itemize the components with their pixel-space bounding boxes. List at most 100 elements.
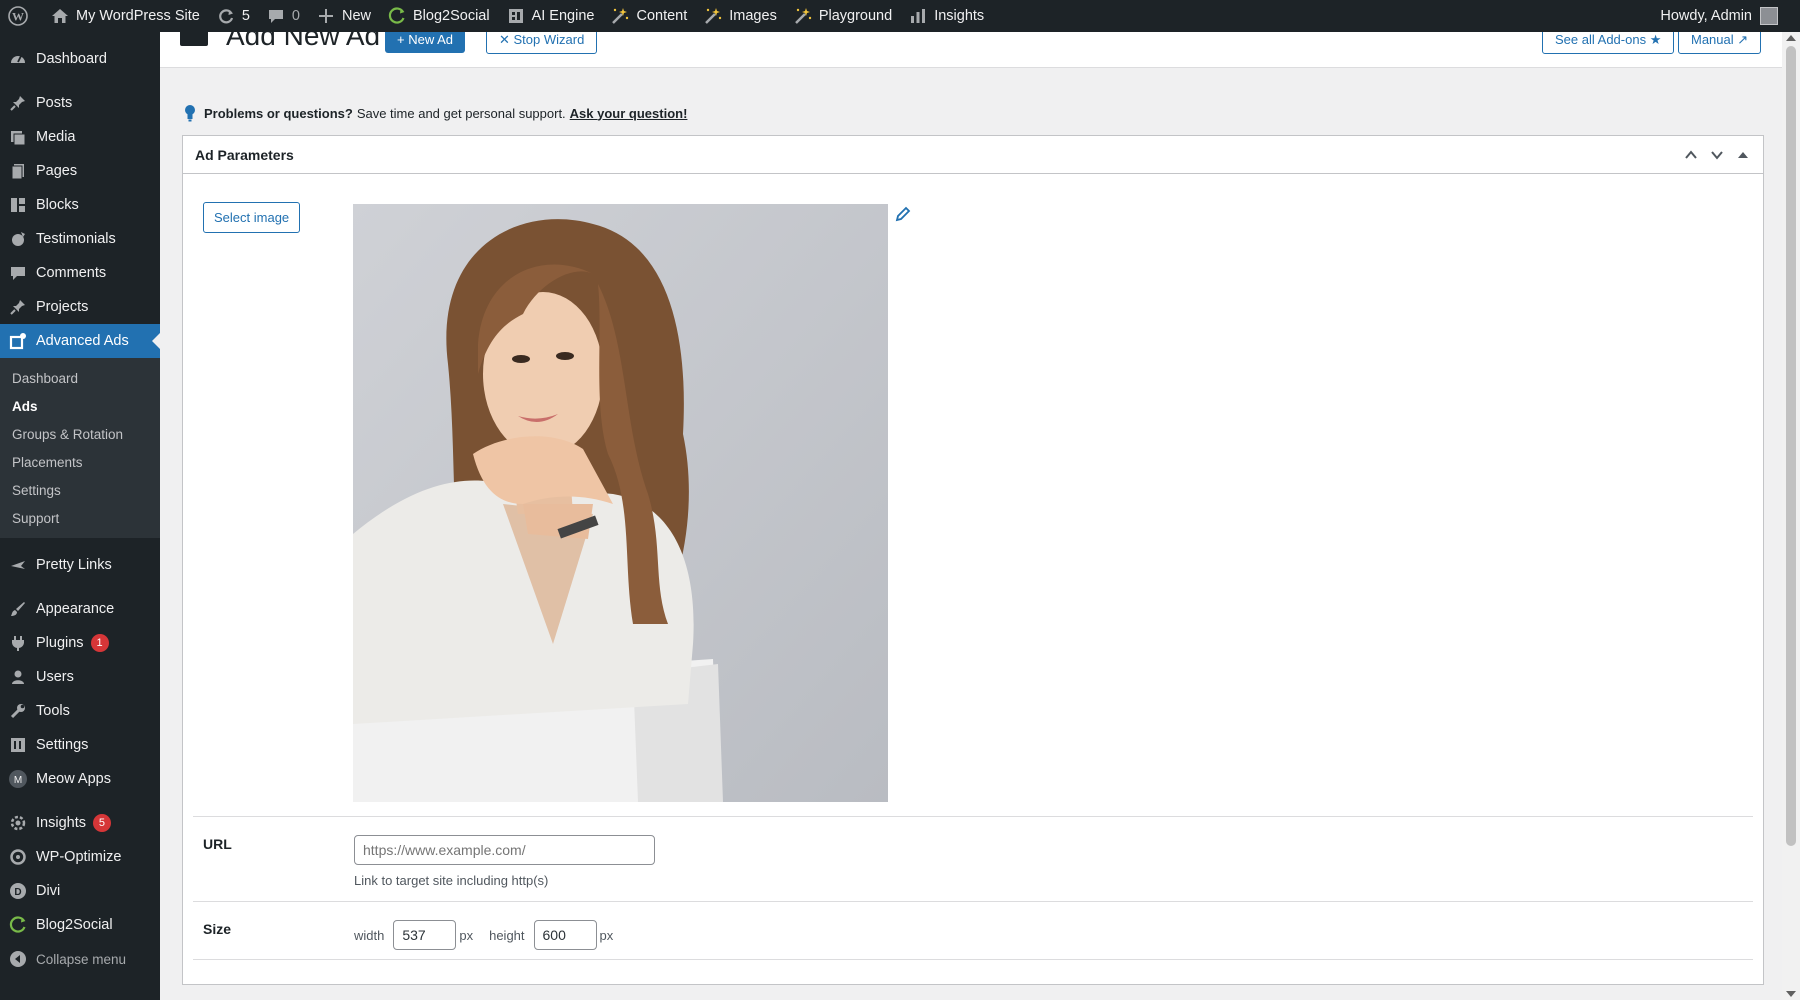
see-all-addons-button[interactable]: See all Add-ons ★ <box>1542 32 1674 54</box>
ad-icon <box>180 32 208 46</box>
submenu-placements[interactable]: Placements <box>0 448 160 476</box>
site-name: My WordPress Site <box>76 8 200 24</box>
blog2social-link[interactable]: Blog2Social <box>379 0 498 32</box>
menu-pages[interactable]: Pages <box>0 154 160 188</box>
testimonials-icon <box>8 229 28 249</box>
menu-blocks-label: Blocks <box>36 197 79 213</box>
height-input[interactable] <box>534 920 597 950</box>
stop-wizard-button[interactable]: ✕ Stop Wizard <box>486 32 597 54</box>
menu-tools[interactable]: Tools <box>0 694 160 728</box>
menu-media[interactable]: Media <box>0 120 160 154</box>
comments-link[interactable]: 0 <box>258 0 308 32</box>
url-input[interactable] <box>354 835 655 865</box>
portrait-image <box>353 204 888 802</box>
paintbrush-icon <box>8 599 28 619</box>
menu-settings[interactable]: Settings <box>0 728 160 762</box>
external-link-icon: ↗ <box>1737 32 1748 47</box>
notice-text: Save time and get personal support. <box>357 106 566 121</box>
submenu-groups-rotation[interactable]: Groups & Rotation <box>0 420 160 448</box>
page-title: Add New Ad <box>226 32 380 52</box>
wrench-icon <box>8 701 28 721</box>
submenu-dashboard[interactable]: Dashboard <box>0 364 160 392</box>
height-label: height <box>489 928 524 943</box>
wordpress-logo[interactable]: W <box>0 0 42 32</box>
playground-label: Playground <box>819 8 892 24</box>
submenu-settings[interactable]: Settings <box>0 476 160 504</box>
menu-plugins[interactable]: Plugins 1 <box>0 626 160 660</box>
height-unit: px <box>600 928 614 943</box>
menu-posts[interactable]: Posts <box>0 86 160 120</box>
move-up-icon[interactable] <box>1683 147 1699 163</box>
page-scrollbar[interactable] <box>1782 32 1800 1000</box>
postbox-controls <box>1683 147 1763 163</box>
menu-testimonials[interactable]: Testimonials <box>0 222 160 256</box>
menu-pretty-links-label: Pretty Links <box>36 557 112 573</box>
menu-dashboard-label: Dashboard <box>36 51 107 67</box>
menu-insights-label: Insights <box>36 815 86 831</box>
url-label: URL <box>203 836 232 852</box>
submenu-ads[interactable]: Ads <box>0 392 160 420</box>
new-content-link[interactable]: New <box>308 0 379 32</box>
menu-users[interactable]: Users <box>0 660 160 694</box>
new-ad-button[interactable]: + New Ad <box>385 32 465 53</box>
menu-projects[interactable]: Projects <box>0 290 160 324</box>
menu-pretty-links[interactable]: Pretty Links <box>0 548 160 582</box>
bar-chart-icon <box>908 6 928 26</box>
ad-parameters-box: Ad Parameters Select image <box>182 135 1764 985</box>
menu-media-label: Media <box>36 129 76 145</box>
my-account-link[interactable]: Howdy, Admin <box>1652 0 1800 32</box>
updates-link[interactable]: 5 <box>208 0 258 32</box>
collapse-menu-button[interactable]: Collapse menu <box>0 942 160 976</box>
scroll-down-arrow[interactable] <box>1786 991 1796 997</box>
scrollbar-thumb[interactable] <box>1786 46 1796 846</box>
menu-blog2social-label: Blog2Social <box>36 917 113 933</box>
images-link[interactable]: Images <box>695 0 785 32</box>
insights-link[interactable]: Insights <box>900 0 992 32</box>
ai-engine-label: AI Engine <box>532 8 595 24</box>
menu-users-label: Users <box>36 669 74 685</box>
manual-label: Manual <box>1691 32 1734 47</box>
ask-question-link[interactable]: Ask your question! <box>570 106 688 121</box>
admin-bar: W My WordPress Site 5 0 New Blog2Social <box>0 0 1800 32</box>
menu-blocks[interactable]: Blocks <box>0 188 160 222</box>
postbox-title: Ad Parameters <box>195 147 294 163</box>
admin-sidebar: Dashboard Posts Media Pages Blocks Testi… <box>0 32 160 1000</box>
svg-text:D: D <box>14 887 21 898</box>
svg-text:M: M <box>14 775 22 786</box>
content-link[interactable]: Content <box>602 0 695 32</box>
edit-pencil-icon[interactable] <box>895 206 911 222</box>
insights-label: Insights <box>934 8 984 24</box>
select-image-button[interactable]: Select image <box>203 202 300 233</box>
see-all-addons-label: See all Add-ons <box>1555 32 1646 47</box>
dashboard-icon <box>8 49 28 69</box>
menu-insights[interactable]: Insights 5 <box>0 806 160 840</box>
ai-engine-icon <box>506 6 526 26</box>
playground-link[interactable]: Playground <box>785 0 900 32</box>
user-icon <box>8 667 28 687</box>
avatar <box>1760 7 1778 25</box>
menu-blog2social[interactable]: Blog2Social <box>0 908 160 942</box>
blocks-icon <box>8 195 28 215</box>
width-input[interactable] <box>393 920 456 950</box>
move-down-icon[interactable] <box>1709 147 1725 163</box>
scroll-up-arrow[interactable] <box>1786 35 1796 41</box>
submenu-support[interactable]: Support <box>0 504 160 532</box>
toggle-panel-icon[interactable] <box>1735 147 1751 163</box>
plus-icon <box>316 6 336 26</box>
menu-testimonials-label: Testimonials <box>36 231 116 247</box>
menu-comments[interactable]: Comments <box>0 256 160 290</box>
size-label: Size <box>203 921 231 937</box>
plugin-icon <box>8 633 28 653</box>
menu-advanced-ads[interactable]: Advanced Ads <box>0 324 160 358</box>
menu-divi[interactable]: D Divi <box>0 874 160 908</box>
ai-engine-link[interactable]: AI Engine <box>498 0 603 32</box>
menu-appearance[interactable]: Appearance <box>0 592 160 626</box>
menu-wp-optimize-label: WP-Optimize <box>36 849 121 865</box>
manual-button[interactable]: Manual ↗ <box>1678 32 1761 54</box>
menu-dashboard[interactable]: Dashboard <box>0 42 160 76</box>
site-name-link[interactable]: My WordPress Site <box>42 0 208 32</box>
menu-wp-optimize[interactable]: WP-Optimize <box>0 840 160 874</box>
menu-meow-apps[interactable]: M Meow Apps <box>0 762 160 796</box>
collapse-menu-label: Collapse menu <box>36 952 126 967</box>
star-icon: ★ <box>1650 32 1662 47</box>
